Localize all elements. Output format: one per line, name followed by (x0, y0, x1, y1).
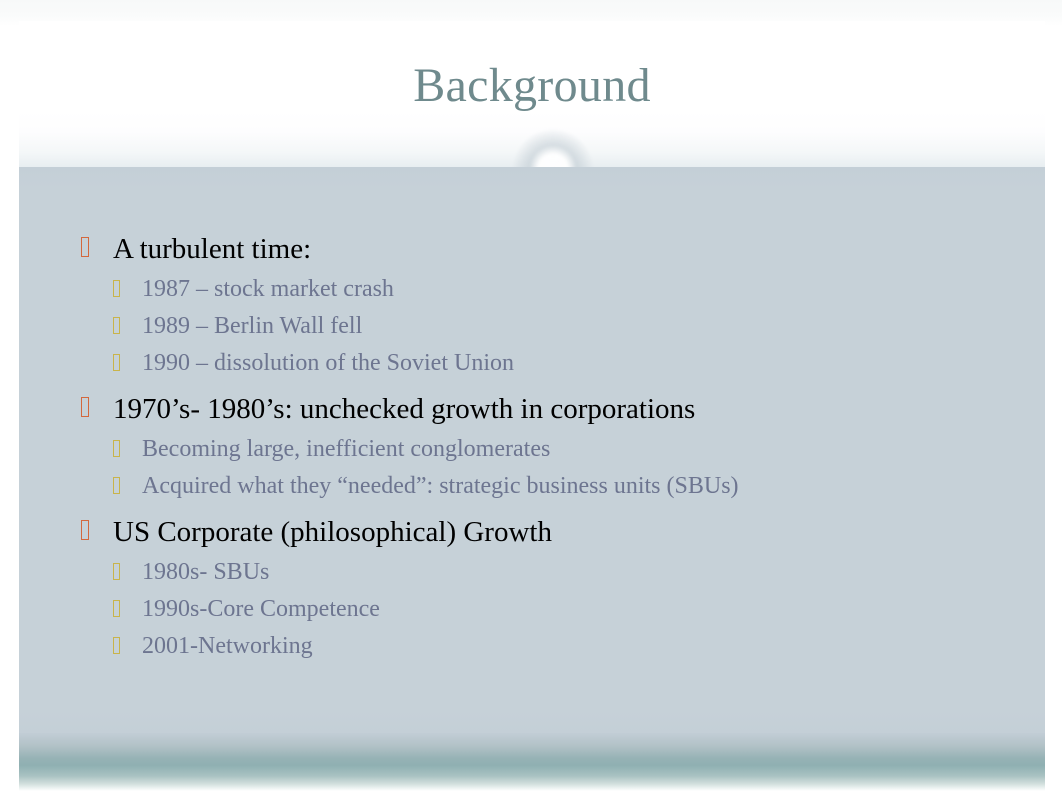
bullet-level1-label: 1970’s- 1980’s: unchecked growth in corp… (113, 393, 696, 425)
bullet-level2-label: 1987 – stock market crash (142, 276, 394, 302)
bullet-marker-level1-icon (81, 397, 89, 417)
bullet-marker-level1-icon (81, 237, 89, 257)
page-title: Background (413, 59, 651, 112)
bullet-level2: 1987 – stock market crash (63, 273, 1013, 306)
bullet-marker-level2-icon (113, 600, 120, 617)
bullet-marker-level2-icon (113, 477, 120, 494)
slide-inner: Background A turbulent time: 1987 – stoc… (19, 21, 1045, 791)
bullet-level2-label: 2001-Networking (142, 633, 313, 659)
bullet-level2-label: 1990 – dissolution of the Soviet Union (142, 350, 514, 376)
bullet-level2: Becoming large, inefficient conglomerate… (63, 433, 1013, 466)
bullet-marker-level2-icon (113, 440, 120, 457)
bullet-level2: 1980s- SBUs (63, 556, 1013, 589)
bullet-level2-label: 1980s- SBUs (142, 559, 270, 585)
bullet-marker-level2-icon (113, 354, 120, 371)
presentation-slide: Background A turbulent time: 1987 – stoc… (0, 0, 1062, 797)
bullet-level1: 1970’s- 1980’s: unchecked growth in corp… (63, 389, 1013, 430)
bullet-group: A turbulent time: 1987 – stock market cr… (63, 229, 1013, 380)
bullet-level2-label: Acquired what they “needed”: strategic b… (142, 473, 739, 499)
bullet-level1: US Corporate (philosophical) Growth (63, 512, 1013, 553)
bullet-marker-level2-icon (113, 280, 120, 297)
bullet-level1-label: US Corporate (philosophical) Growth (113, 516, 552, 548)
slide-header: Background (19, 21, 1045, 167)
bullet-level2-label: 1990s-Core Competence (142, 596, 380, 622)
bullet-level2: 1989 – Berlin Wall fell (63, 310, 1013, 343)
bullet-marker-level2-icon (113, 563, 120, 580)
bullet-level2: 1990s-Core Competence (63, 593, 1013, 626)
bullet-marker-level2-icon (113, 317, 120, 334)
bullet-group: 1970’s- 1980’s: unchecked growth in corp… (63, 389, 1013, 503)
bullet-level1-label: A turbulent time: (113, 233, 312, 265)
bullet-marker-level1-icon (81, 520, 89, 540)
bullet-level2: Acquired what they “needed”: strategic b… (63, 470, 912, 503)
footer-band (19, 733, 1045, 791)
bullet-list: A turbulent time: 1987 – stock market cr… (63, 229, 1013, 667)
bullet-level2: 1990 – dissolution of the Soviet Union (63, 347, 1013, 380)
bullet-level2: 2001-Networking (63, 630, 1013, 663)
bullet-marker-level2-icon (113, 637, 120, 654)
bullet-group: US Corporate (philosophical) Growth 1980… (63, 512, 1013, 663)
bullet-level2-label: 1989 – Berlin Wall fell (142, 313, 363, 339)
bullet-level2-label: Becoming large, inefficient conglomerate… (142, 436, 551, 462)
slide-body: A turbulent time: 1987 – stock market cr… (19, 167, 1045, 745)
bullet-level1: A turbulent time: (63, 229, 1013, 270)
